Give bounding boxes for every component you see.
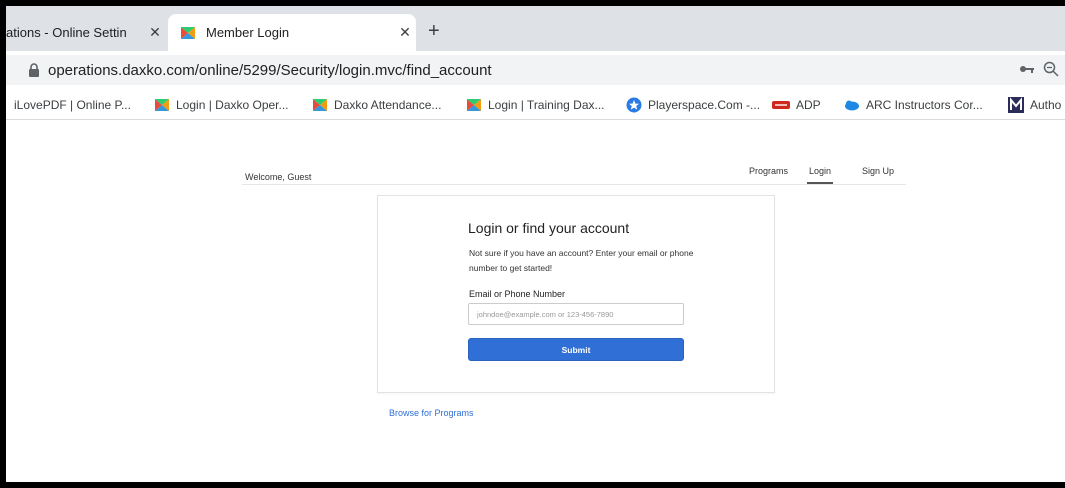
tab-online-settings[interactable]: ations - Online Settin ✕ [6, 14, 166, 51]
new-tab-button[interactable]: + [428, 19, 440, 43]
bookmark-ilovepdf[interactable]: iLovePDF | Online P... [14, 91, 131, 119]
nav-programs[interactable]: Programs [749, 166, 788, 182]
submit-button[interactable]: Submit [468, 338, 684, 361]
bookmark-daxko-login[interactable]: Login | Daxko Oper... [154, 91, 289, 119]
nav-sign-up[interactable]: Sign Up [862, 166, 894, 182]
bookmark-training-daxko[interactable]: Login | Training Dax... [466, 91, 605, 119]
browser-window: ations - Online Settin ✕ Member Login ✕ … [6, 6, 1065, 482]
panel-description: Not sure if you have an account? Enter y… [469, 248, 694, 273]
bookmark-label: iLovePDF | Online P... [14, 98, 131, 112]
close-icon[interactable]: ✕ [144, 24, 166, 41]
daxko-icon [155, 99, 169, 111]
daxko-icon [181, 26, 195, 39]
browse-programs-link[interactable]: Browse for Programs [389, 408, 474, 418]
email-phone-label: Email or Phone Number [469, 289, 566, 299]
nav-login[interactable]: Login [807, 166, 834, 184]
email-phone-input[interactable] [468, 303, 684, 325]
bookmark-arc-instructors[interactable]: ARC Instructors Cor... [844, 91, 983, 119]
zoom-icon[interactable] [1043, 61, 1059, 77]
bookmark-label: Login | Training Dax... [488, 98, 605, 112]
bookmark-label: Login | Daxko Oper... [176, 98, 289, 112]
adp-icon [772, 101, 790, 109]
panel-title: Login or find your account [468, 220, 630, 236]
site-nav: Welcome, Guest Programs Login Sign Up [242, 156, 906, 185]
bookmark-adp[interactable]: ADP [772, 91, 821, 119]
bookmarks-bar: iLovePDF | Online P... Login | Daxko Ope… [6, 91, 1065, 120]
bookmark-autho[interactable]: Autho [1008, 91, 1061, 119]
login-panel: Login or find your account Not sure if y… [377, 195, 775, 393]
daxko-icon [467, 99, 481, 111]
welcome-text: Welcome, Guest [245, 172, 312, 182]
browser-toolbar: operations.daxko.com/online/5299/Securit… [6, 51, 1065, 91]
key-icon[interactable] [1019, 63, 1035, 75]
playerspace-icon [626, 97, 642, 113]
bookmark-daxko-attendance[interactable]: Daxko Attendance... [312, 91, 441, 119]
tab-strip: ations - Online Settin ✕ Member Login ✕ … [6, 6, 1065, 51]
daxko-icon [313, 99, 327, 111]
tab-title: Member Login [206, 25, 290, 40]
bookmark-label: Playerspace.Com -... [648, 98, 761, 112]
page-content: Welcome, Guest Programs Login Sign Up Lo… [6, 120, 1065, 482]
url-text: operations.daxko.com/online/5299/Securit… [48, 61, 492, 79]
bookmark-playerspace[interactable]: Playerspace.Com -... [626, 91, 760, 119]
tab-title: ations - Online Settin [6, 25, 127, 40]
close-icon[interactable]: ✕ [394, 24, 416, 41]
bookmark-label: ARC Instructors Cor... [866, 98, 983, 112]
arc-icon [845, 100, 859, 111]
address-bar[interactable]: operations.daxko.com/online/5299/Securit… [6, 55, 1065, 85]
bookmark-label: Daxko Attendance... [334, 98, 442, 112]
tab-member-login[interactable]: Member Login ✕ [168, 14, 416, 51]
lock-icon [29, 63, 39, 77]
m-icon [1008, 97, 1024, 113]
bookmark-label: Autho [1030, 98, 1062, 112]
bookmark-label: ADP [796, 98, 821, 112]
